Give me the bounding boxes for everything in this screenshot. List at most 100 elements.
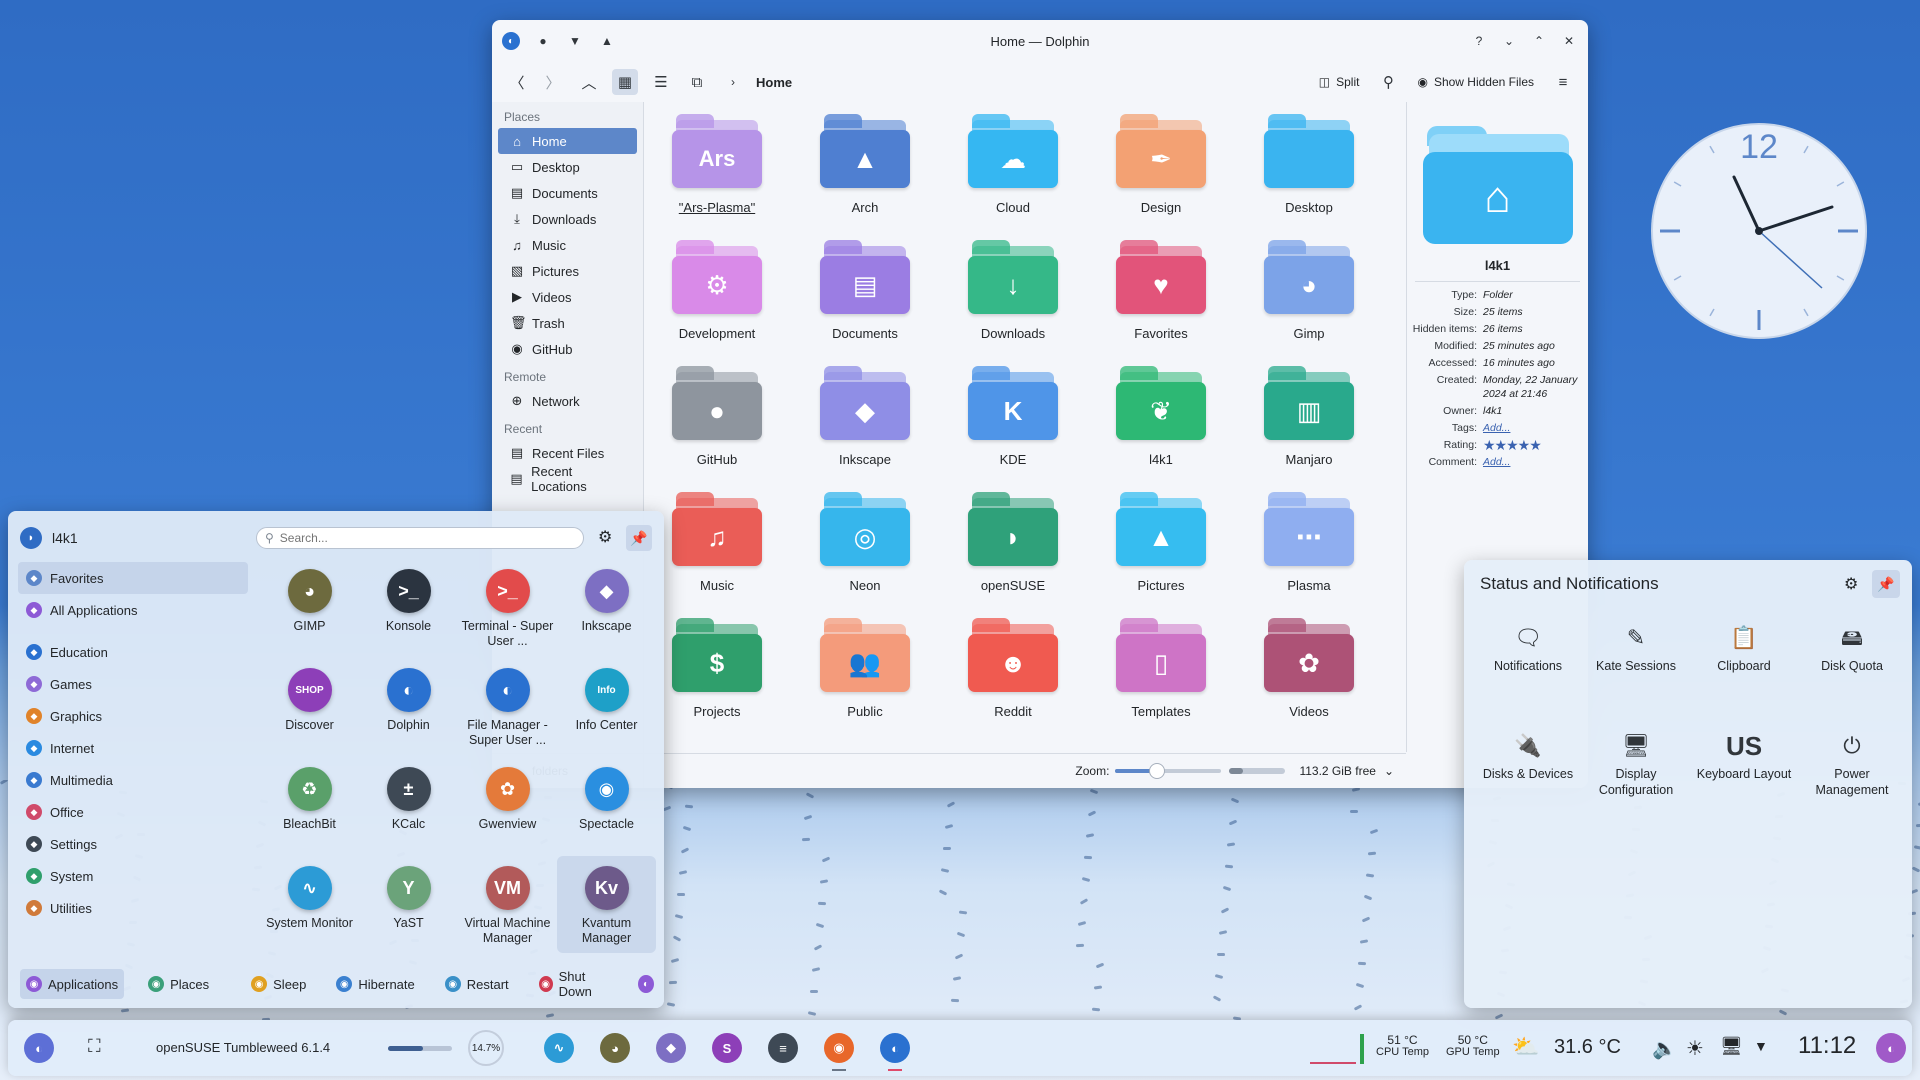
applications-button[interactable]: ◉ Applications	[20, 969, 125, 999]
places-item-desktop[interactable]: ▭ Desktop	[498, 154, 637, 180]
places-item-recent-files[interactable]: ▤ Recent Files	[498, 440, 637, 466]
sleep-button[interactable]: ◉ Sleep	[245, 969, 312, 999]
category-games[interactable]: ◆ Games	[18, 668, 248, 700]
leave-options-icon[interactable]: ◐	[638, 975, 654, 993]
launcher-button[interactable]: ◐	[24, 1033, 54, 1063]
taskbar-app-gimp[interactable]: ◕	[600, 1033, 630, 1063]
category-office[interactable]: ◆ Office	[18, 796, 248, 828]
display-icon[interactable]: 🖥	[1720, 1036, 1743, 1057]
folder-item[interactable]: ▥ Manjaro	[1244, 364, 1374, 467]
taskbar-app-system-monitor[interactable]: ∿	[544, 1033, 574, 1063]
folder-item[interactable]: ● GitHub	[652, 364, 782, 467]
chevron-down-icon[interactable]: ⌄	[1384, 764, 1394, 778]
places-button[interactable]: ◉ Places	[142, 969, 215, 999]
app-discover[interactable]: SHOP Discover	[260, 658, 359, 733]
folder-item[interactable]: Desktop	[1244, 112, 1374, 215]
places-item-music[interactable]: ♫ Music	[498, 232, 637, 258]
status-item-power-management[interactable]: ⏻ Power Management	[1798, 730, 1906, 798]
folder-item[interactable]: ◆ Inkscape	[800, 364, 930, 467]
places-item-pictures[interactable]: ▧ Pictures	[498, 258, 637, 284]
taskbar-app-dolphin[interactable]: ◐	[880, 1033, 910, 1071]
places-item-documents[interactable]: ▤ Documents	[498, 180, 637, 206]
status-item-disk-quota[interactable]: 🖴 Disk Quota	[1798, 622, 1906, 674]
avatar[interactable]: ◗	[20, 527, 42, 549]
info-value[interactable]: Add...	[1483, 421, 1588, 435]
help-button[interactable]: ?	[1470, 32, 1488, 50]
app-bleachbit[interactable]: ♻ BleachBit	[260, 757, 359, 832]
rating-stars[interactable]: ★★★★★	[1483, 438, 1588, 452]
cpu-load-indicator[interactable]: 14.7%	[468, 1030, 504, 1066]
pin-button[interactable]: 📌	[626, 525, 652, 551]
category-education[interactable]: ◆ Education	[18, 636, 248, 668]
settings-gear-icon[interactable]: ⚙	[1844, 574, 1858, 594]
places-item-trash[interactable]: 🗑 Trash	[498, 310, 637, 336]
status-item-notifications[interactable]: 🗨 Notifications	[1474, 622, 1582, 674]
status-item-display-configuration[interactable]: 🖥 Display Configuration	[1582, 730, 1690, 798]
category-graphics[interactable]: ◆ Graphics	[18, 700, 248, 732]
overview-icon[interactable]: ⛶	[88, 1036, 101, 1057]
dolphin-app-icon[interactable]: ◐	[502, 32, 520, 50]
back-button[interactable]: 〈	[504, 69, 530, 95]
folder-item[interactable]: ✿ Videos	[1244, 616, 1374, 719]
app-yast[interactable]: Y YaST	[359, 856, 458, 931]
folder-item[interactable]: ✒ Design	[1096, 112, 1226, 215]
restart-button[interactable]: ◉ Restart	[439, 969, 515, 999]
show-desktop-button[interactable]: ◐	[1876, 1033, 1906, 1063]
app-gimp[interactable]: ◕ GIMP	[260, 559, 359, 634]
taskbar-app-inkscape[interactable]: ◆	[656, 1033, 686, 1063]
title-bar[interactable]: ◐ ● ▼ ▲ Home — Dolphin ? ⌄ ⌃ ✕	[492, 20, 1588, 62]
breadcrumb-home[interactable]: Home	[756, 75, 792, 90]
app-kcalc[interactable]: ± KCalc	[359, 757, 458, 832]
folder-item[interactable]: ❦ l4k1	[1096, 364, 1226, 467]
app-konsole[interactable]: >_ Konsole	[359, 559, 458, 634]
minimize-button[interactable]: ⌄	[1500, 32, 1518, 50]
settings-gear-icon[interactable]: ⚙	[598, 527, 612, 547]
taskbar-app-discover[interactable]: S	[712, 1033, 742, 1063]
app-system-monitor[interactable]: ∿ System Monitor	[260, 856, 359, 931]
folder-item[interactable]: ⋯ Plasma	[1244, 490, 1374, 593]
folder-item[interactable]: ♫ Music	[652, 490, 782, 593]
places-item-home[interactable]: ⌂ Home	[498, 128, 637, 154]
keep-above-button[interactable]: ▲	[598, 32, 616, 50]
folder-item[interactable]: ▤ Documents	[800, 238, 930, 341]
category-system[interactable]: ◆ System	[18, 860, 248, 892]
keep-below-button[interactable]: ▼	[566, 32, 584, 50]
search-field[interactable]: ⚲	[256, 527, 584, 549]
category-all-applications[interactable]: ◆ All Applications	[18, 594, 248, 626]
places-item-github[interactable]: ◉ GitHub	[498, 336, 637, 362]
app-dolphin[interactable]: ◐ Dolphin	[359, 658, 458, 733]
status-item-keyboard-layout[interactable]: US Keyboard Layout	[1690, 730, 1798, 782]
volume-slider[interactable]	[388, 1046, 452, 1051]
folder-item[interactable]: ▯ Templates	[1096, 616, 1226, 719]
category-settings[interactable]: ◆ Settings	[18, 828, 248, 860]
close-button[interactable]: ✕	[1560, 32, 1578, 50]
icons-view-button[interactable]: ▦	[612, 69, 638, 95]
hamburger-menu-button[interactable]: ≡	[1550, 69, 1576, 95]
split-button[interactable]: ◫ Split	[1313, 75, 1366, 89]
folder-item[interactable]: ▲ Arch	[800, 112, 930, 215]
status-item-clipboard[interactable]: 📋 Clipboard	[1690, 622, 1798, 674]
app-info-center[interactable]: Info Info Center	[557, 658, 656, 733]
folder-item[interactable]: ☻ Reddit	[948, 616, 1078, 719]
compact-view-button[interactable]: ☰	[648, 69, 674, 95]
status-item-kate-sessions[interactable]: ✎ Kate Sessions	[1582, 622, 1690, 674]
details-view-button[interactable]: ⧉	[684, 69, 710, 95]
hibernate-button[interactable]: ◉ Hibernate	[330, 969, 420, 999]
keep-on-all-desktops-button[interactable]: ●	[534, 32, 552, 50]
search-input[interactable]	[279, 531, 560, 545]
category-favorites[interactable]: ◆ Favorites	[18, 562, 248, 594]
maximize-button[interactable]: ⌃	[1530, 32, 1548, 50]
app-gwenview[interactable]: ✿ Gwenview	[458, 757, 557, 832]
pin-button[interactable]: 📌	[1872, 570, 1900, 598]
analog-clock-widget[interactable]: 12	[1650, 122, 1868, 340]
folder-item[interactable]: ◗ openSUSE	[948, 490, 1078, 593]
zoom-slider[interactable]	[1115, 763, 1222, 779]
app-spectacle[interactable]: ◉ Spectacle	[557, 757, 656, 832]
folder-item[interactable]: ↓ Downloads	[948, 238, 1078, 341]
info-value[interactable]: Add...	[1483, 455, 1588, 469]
folder-item[interactable]: ▲ Pictures	[1096, 490, 1226, 593]
status-item-disks-devices[interactable]: 🔌 Disks & Devices	[1474, 730, 1582, 782]
folder-item[interactable]: ♥ Favorites	[1096, 238, 1226, 341]
category-internet[interactable]: ◆ Internet	[18, 732, 248, 764]
app-terminal-super-user-[interactable]: >_ Terminal - Super User ...	[458, 559, 557, 649]
